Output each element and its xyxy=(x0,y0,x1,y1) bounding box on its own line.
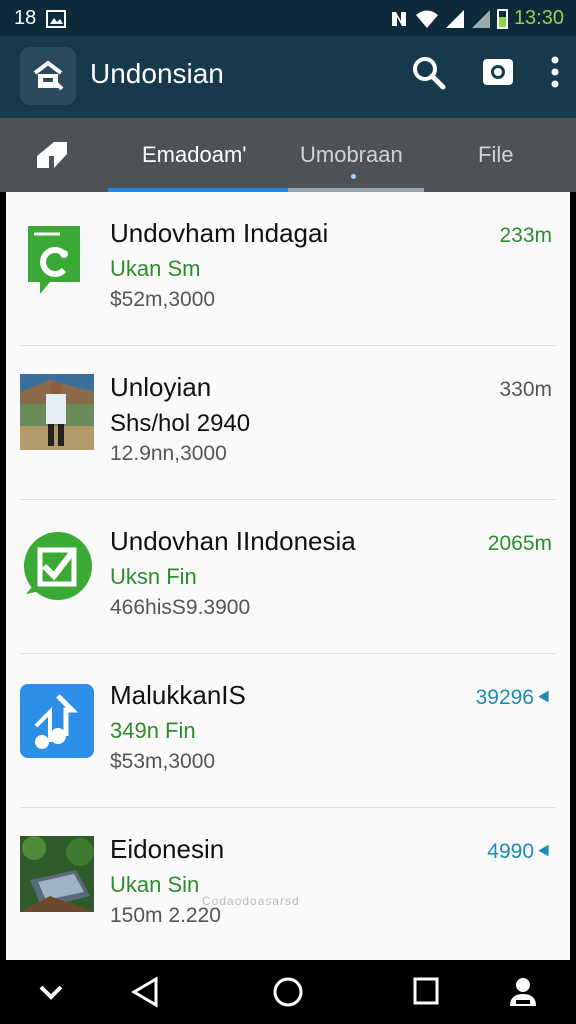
system-nav-bar xyxy=(0,960,576,1024)
list-item[interactable]: Undovhan IIndonesia Uksn Fin 466hisS9.39… xyxy=(6,500,570,654)
recents-icon[interactable] xyxy=(412,976,440,1006)
item-subtitle: Uksn Fin xyxy=(110,564,197,589)
home-tab-icon[interactable] xyxy=(34,138,70,172)
item-title: Undovham Indagai xyxy=(110,218,329,248)
music-icon xyxy=(20,684,94,758)
user-icon[interactable] xyxy=(508,976,538,1008)
list-item[interactable]: MalukkanIS 349n Fin $53m,3000 39296 xyxy=(6,654,570,808)
more-vert-icon[interactable] xyxy=(550,56,560,88)
item-value: 330m xyxy=(499,378,552,401)
tab-file[interactable]: File xyxy=(478,142,513,168)
image-notification-icon xyxy=(46,9,67,28)
signal-secondary-icon xyxy=(471,9,490,28)
list-item[interactable]: Undovham Indagai Ukan Sm $52m,3000 233m xyxy=(6,192,570,346)
dropdown-triangle-icon[interactable] xyxy=(538,691,554,706)
item-value-text: 39296 xyxy=(475,686,534,709)
item-title: Unloyian xyxy=(110,372,212,402)
tab-dot xyxy=(351,174,356,179)
item-subtitle: Ukan Sm xyxy=(110,256,201,281)
chevron-down-icon[interactable] xyxy=(38,984,64,1000)
app-logo[interactable] xyxy=(20,47,76,105)
item-value: 39296 xyxy=(475,686,554,710)
list-item[interactable]: Unloyian Shs/hol 2940 12.9nn,3000 330m xyxy=(6,346,570,500)
item-title: Undovhan IIndonesia xyxy=(110,526,356,556)
signal-icon xyxy=(445,9,464,28)
app-bar: Undonsian xyxy=(0,36,576,118)
photo-thumbnail xyxy=(20,836,94,912)
tab-bar: Emadoam' Umobraan File xyxy=(0,118,576,192)
list-item[interactable]: Eidonesin Ukan Sin 150m 2.220 Codaodoasa… xyxy=(6,808,570,960)
item-meta: $53m,3000 xyxy=(110,750,216,773)
item-value: 4990 xyxy=(487,840,554,864)
battery-icon xyxy=(496,8,508,29)
item-value-text: 4990 xyxy=(487,840,534,863)
store-icon xyxy=(33,60,64,91)
item-meta: 12.9nn,3000 xyxy=(110,442,227,465)
item-title: MalukkanIS xyxy=(110,680,246,710)
item-subtitle: 349n Fin xyxy=(110,718,196,743)
item-meta: 466hisS9.3900 xyxy=(110,596,251,619)
item-title: Eidonesin xyxy=(110,834,225,864)
tab-umobraan[interactable]: Umobraan xyxy=(300,142,403,168)
wifi-icon xyxy=(415,10,438,28)
status-number: 18 xyxy=(14,7,37,29)
item-subtitle: Ukan Sin xyxy=(110,872,200,897)
content-list: Undovham Indagai Ukan Sm $52m,3000 233m … xyxy=(6,192,570,960)
search-icon[interactable] xyxy=(410,54,446,90)
camera-icon[interactable] xyxy=(482,56,514,88)
item-value: 233m xyxy=(499,224,552,247)
tab-emadoam[interactable]: Emadoam' xyxy=(142,142,246,168)
watermark: Codaodoasarsd xyxy=(202,894,300,908)
green-chat-icon xyxy=(28,226,80,294)
item-subtitle: Shs/hol 2940 xyxy=(110,410,251,437)
app-title: Undonsian xyxy=(90,58,224,89)
item-meta: $52m,3000 xyxy=(110,288,216,311)
whatsapp-icon xyxy=(24,532,92,600)
home-circle-icon[interactable] xyxy=(272,976,304,1008)
photo-thumbnail xyxy=(20,374,94,450)
back-icon[interactable] xyxy=(130,976,160,1008)
status-bar: 18 13:30 xyxy=(0,0,576,36)
dropdown-triangle-icon[interactable] xyxy=(538,845,554,860)
status-time: 13:30 xyxy=(513,7,564,29)
nfc-icon xyxy=(391,11,406,26)
item-value: 2065m xyxy=(487,532,552,555)
